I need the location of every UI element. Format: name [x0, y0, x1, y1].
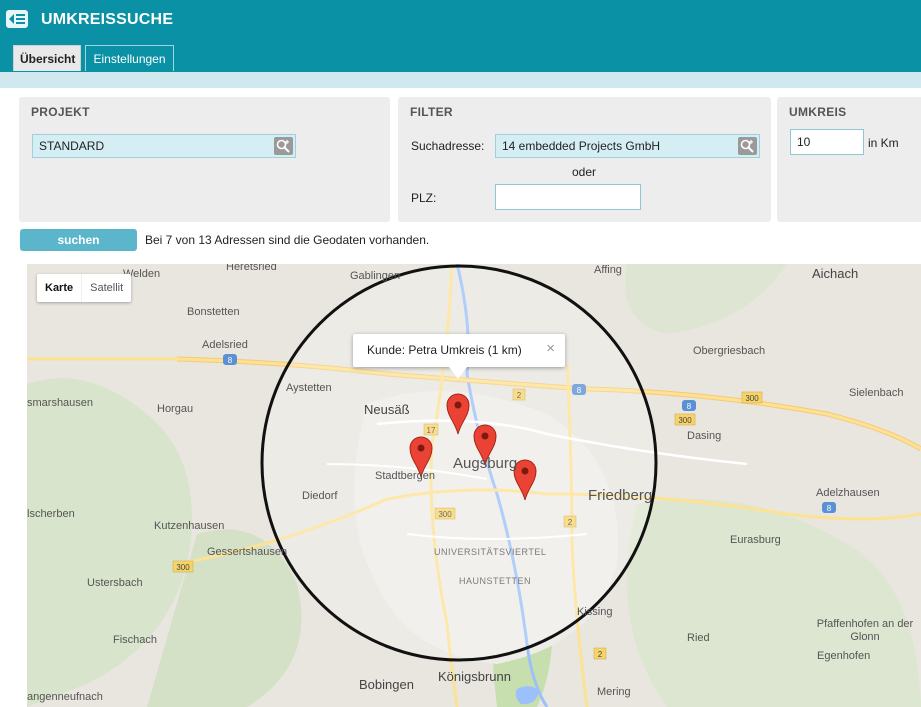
header-strip	[0, 72, 921, 88]
road-label: 8	[687, 402, 692, 411]
map-type-control: Karte Satellit	[37, 274, 132, 302]
map-type-karte[interactable]: Karte	[37, 274, 81, 302]
place-label: Ried	[687, 632, 710, 644]
road-label: 2	[598, 650, 603, 659]
filter-panel: FILTER Suchadresse: 14 embedded Projects…	[398, 97, 771, 222]
projekt-value: STANDARD	[39, 139, 105, 153]
tab-einstellungen[interactable]: Einstellungen	[85, 45, 174, 71]
place-label: Bonstetten	[187, 306, 240, 318]
place-label: Adelzhausen	[816, 487, 880, 499]
info-window-text: Kunde: Petra Umkreis (1 km)	[367, 343, 522, 357]
app-title: UMKREISSUCHE	[41, 11, 174, 28]
place-label: Neusäß	[364, 402, 410, 417]
road-label: 8	[228, 356, 233, 365]
place-label: Gablingen	[350, 270, 401, 282]
road-label: 300	[678, 416, 692, 425]
place-label: angenneufnach	[27, 691, 103, 703]
search-plus-icon	[276, 139, 290, 153]
place-label: Diedorf	[302, 490, 338, 502]
filter-heading: FILTER	[410, 105, 453, 119]
info-window-tail	[449, 367, 467, 379]
map-type-satellit[interactable]: Satellit	[81, 274, 131, 302]
road-label: 8	[827, 504, 832, 513]
place-label: Mering	[597, 686, 631, 698]
place-label: Sielenbach	[849, 387, 904, 399]
suchadresse-value: 14 embedded Projects GmbH	[502, 139, 661, 153]
place-label: Horgau	[157, 403, 194, 415]
place-label: Obergriesbach	[693, 345, 766, 357]
place-label: Dasing	[687, 430, 722, 442]
umkreis-heading: UMKREIS	[789, 105, 847, 119]
place-label: Kutzenhausen	[154, 520, 225, 532]
projekt-heading: PROJEKT	[31, 105, 90, 119]
place-label: Aystetten	[286, 382, 332, 394]
place-label: Ustersbach	[87, 577, 143, 589]
place-label: Friedberg	[588, 487, 653, 504]
umkreis-input[interactable]	[790, 129, 864, 155]
projekt-panel: PROJEKT STANDARD	[19, 97, 390, 222]
place-label: Heretsried	[226, 264, 277, 273]
umkreis-panel: UMKREIS in Km	[777, 97, 921, 222]
marker-info-window: Kunde: Petra Umkreis (1 km) ×	[353, 334, 565, 379]
place-label: Gessertshausen	[207, 546, 288, 558]
plz-input[interactable]	[495, 184, 641, 210]
place-label: HAUNSTETTEN	[459, 576, 532, 586]
place-label: Egenhofen	[817, 650, 871, 662]
place-label: Affing	[594, 264, 622, 276]
place-label: Eurasburg	[730, 534, 781, 546]
suchadresse-lookup-button[interactable]	[738, 137, 757, 155]
geodata-status: Bei 7 von 13 Adressen sind die Geodaten …	[145, 233, 430, 247]
back-menu-button[interactable]	[6, 10, 28, 28]
back-menu-icon	[9, 14, 25, 24]
place-label: Königsbrunn	[438, 669, 511, 684]
place-label: Pfaffenhofen an der Glonn	[816, 618, 914, 643]
plz-label: PLZ:	[411, 191, 437, 205]
suchadresse-label: Suchadresse:	[411, 139, 485, 153]
place-label: Augsburg	[453, 455, 518, 472]
place-label: Adelsried	[202, 339, 248, 351]
place-label: Aichach	[812, 266, 859, 281]
tab-uebersicht[interactable]: Übersicht	[13, 45, 81, 71]
close-icon[interactable]: ×	[546, 340, 555, 357]
map-view[interactable]: 8 8 8 8 300 300 300 300 17 2 2 2 Wel	[27, 264, 921, 707]
search-plus-icon	[740, 139, 754, 153]
projekt-lookup-button[interactable]	[274, 137, 293, 155]
oder-label: oder	[572, 165, 597, 179]
place-label: Bobingen	[359, 677, 414, 692]
search-button[interactable]: suchen	[20, 229, 137, 251]
projekt-field[interactable]: STANDARD	[32, 134, 296, 158]
place-label: lscherben	[27, 508, 75, 520]
place-label: UNIVERSITÄTSVIERTEL	[434, 547, 547, 557]
place-label: Stadtbergen	[375, 470, 435, 482]
umkreis-unit: in Km	[868, 136, 899, 150]
road-label: 300	[745, 394, 759, 403]
place-label: Fischach	[113, 634, 158, 646]
place-label: smarshausen	[27, 397, 94, 409]
suchadresse-field[interactable]: 14 embedded Projects GmbH	[495, 134, 760, 158]
place-label: Kissing	[577, 606, 613, 618]
app-header: UMKREISSUCHE Übersicht Einstellungen	[0, 0, 921, 72]
road-label: 300	[176, 563, 190, 572]
map-canvas: 8 8 8 8 300 300 300 300 17 2 2 2	[27, 264, 921, 707]
